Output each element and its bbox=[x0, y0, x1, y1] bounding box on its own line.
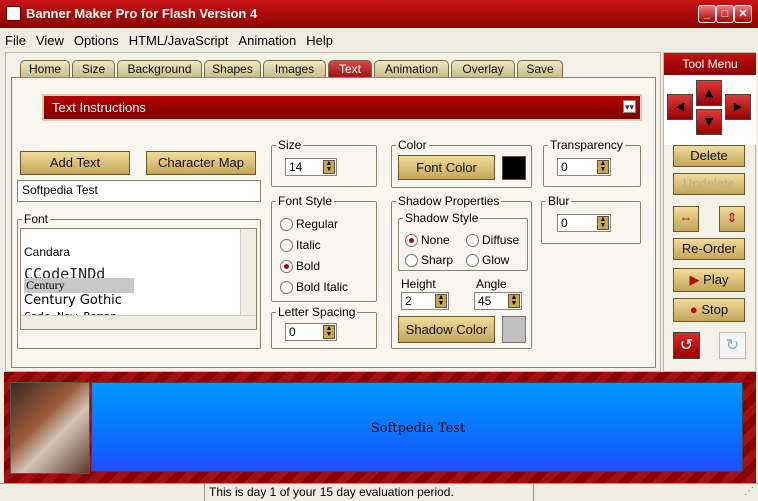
style-bold-radio[interactable]: Bold bbox=[280, 259, 320, 273]
reorder-button[interactable]: Re-Order bbox=[673, 238, 745, 260]
maximize-button[interactable]: □ bbox=[716, 5, 734, 23]
shadow-angle-value: 45 bbox=[478, 294, 492, 308]
stop-button[interactable]: ● Stop bbox=[673, 298, 745, 322]
chevron-down-icon[interactable]: ▾▾ bbox=[623, 100, 636, 113]
flip-vertical-icon[interactable]: ⇕ bbox=[719, 206, 745, 232]
shadow-sharp-radio[interactable]: Sharp bbox=[405, 253, 453, 267]
transparency-value: 0 bbox=[561, 160, 568, 174]
font-color-button[interactable]: Font Color bbox=[398, 155, 495, 180]
banner-canvas[interactable]: Softpedia Test bbox=[91, 382, 743, 472]
tab-images[interactable]: Images bbox=[263, 60, 326, 78]
font-item-century-selected[interactable]: Century bbox=[24, 278, 134, 293]
tab-animation[interactable]: Animation bbox=[374, 60, 449, 78]
height-label: Height bbox=[401, 277, 436, 291]
size-spinner[interactable]: 14 ▲ ▼ bbox=[285, 158, 337, 176]
letter-spacing-label: Letter Spacing bbox=[276, 305, 358, 319]
style-regular-radio[interactable]: Regular bbox=[280, 217, 338, 231]
play-icon: ▶ bbox=[689, 272, 700, 287]
font-color-swatch[interactable] bbox=[502, 156, 526, 180]
menu-html-javascript[interactable]: HTML/JavaScript bbox=[124, 28, 234, 48]
blur-value: 0 bbox=[561, 216, 568, 230]
style-bold-italic-radio[interactable]: Bold Italic bbox=[280, 280, 348, 294]
spinner-arrows-icon[interactable]: ▲ ▼ bbox=[508, 294, 520, 308]
stop-icon: ● bbox=[689, 302, 698, 317]
menu-options[interactable]: Options bbox=[69, 28, 124, 48]
undo-icon[interactable]: ↺ bbox=[673, 332, 700, 359]
status-bar: This is day 1 of your 15 day evaluation … bbox=[0, 483, 758, 501]
color-group-label: Color bbox=[396, 138, 429, 152]
angle-label: Angle bbox=[476, 277, 507, 291]
spinner-arrows-icon[interactable]: ▲ ▼ bbox=[435, 294, 447, 308]
minimize-button[interactable]: _ bbox=[698, 5, 716, 23]
banner-image[interactable] bbox=[10, 382, 90, 474]
shadow-properties-label: Shadow Properties bbox=[396, 194, 502, 208]
tab-home[interactable]: Home bbox=[20, 60, 70, 78]
font-item-candara[interactable]: Candara bbox=[24, 245, 70, 259]
blur-spinner[interactable]: 0 ▲ ▼ bbox=[557, 214, 611, 232]
tab-shapes[interactable]: Shapes bbox=[204, 60, 261, 78]
tab-overlay[interactable]: Overlay bbox=[451, 60, 515, 78]
add-text-button[interactable]: Add Text bbox=[20, 151, 130, 175]
shadow-height-spinner[interactable]: 2 ▲ ▼ bbox=[401, 292, 449, 310]
font-style-group-label: Font Style bbox=[276, 194, 335, 208]
shadow-height-value: 2 bbox=[405, 294, 412, 308]
shadow-glow-radio[interactable]: Glow bbox=[466, 253, 509, 267]
resize-grip-icon[interactable]: ⋰ bbox=[744, 486, 754, 497]
play-label: Play bbox=[703, 272, 729, 287]
title-bar: Banner Maker Pro for Flash Version 4 _ □… bbox=[0, 0, 758, 28]
blur-label: Blur bbox=[546, 194, 572, 208]
character-map-button[interactable]: Character Map bbox=[146, 151, 256, 175]
tool-menu-title: Tool Menu bbox=[664, 53, 756, 75]
menu-help[interactable]: Help bbox=[301, 28, 338, 48]
status-message: This is day 1 of your 15 day evaluation … bbox=[204, 484, 534, 501]
font-list-hscrollbar[interactable] bbox=[21, 315, 256, 329]
move-left-icon[interactable]: ◀ bbox=[667, 94, 693, 120]
move-up-icon[interactable]: ▲ bbox=[696, 80, 722, 106]
menu-bar: File View Options HTML/JavaScript Animation H… bbox=[0, 28, 758, 52]
tab-size[interactable]: Size bbox=[72, 60, 115, 78]
tab-save[interactable]: Save bbox=[517, 60, 563, 78]
shadow-color-swatch[interactable] bbox=[502, 316, 526, 343]
instructions-bar[interactable]: Text Instructions ▾▾ bbox=[42, 94, 642, 121]
spinner-arrows-icon[interactable]: ▲ ▼ bbox=[597, 216, 609, 230]
window-title: Banner Maker Pro for Flash Version 4 bbox=[26, 6, 258, 21]
menu-view[interactable]: View bbox=[31, 28, 69, 48]
size-group-label: Size bbox=[276, 138, 304, 152]
text-input[interactable]: Softpedia Test bbox=[17, 180, 261, 202]
font-group-label: Font bbox=[22, 212, 51, 226]
style-italic-radio[interactable]: Italic bbox=[280, 238, 321, 252]
stop-label: Stop bbox=[701, 302, 729, 317]
spinner-arrows-icon[interactable]: ▲ ▼ bbox=[323, 325, 335, 339]
menu-animation[interactable]: Animation bbox=[233, 28, 301, 48]
font-list[interactable]: Candara CCodeINDd Century Century Gothic… bbox=[20, 228, 257, 330]
delete-button[interactable]: Delete bbox=[673, 145, 745, 167]
redo-icon[interactable]: ↻ bbox=[719, 332, 746, 359]
font-item-century-gothic[interactable]: Century Gothic bbox=[24, 293, 122, 308]
shadow-color-button[interactable]: Shadow Color bbox=[398, 316, 495, 343]
letter-spacing-value: 0 bbox=[289, 325, 296, 339]
transparency-spinner[interactable]: 0 ▲ ▼ bbox=[557, 158, 611, 176]
tab-text[interactable]: Text bbox=[328, 60, 372, 78]
spinner-arrows-icon[interactable]: ▲ ▼ bbox=[597, 160, 609, 174]
banner-text[interactable]: Softpedia Test bbox=[92, 421, 744, 436]
shadow-diffuse-radio[interactable]: Diffuse bbox=[466, 233, 519, 247]
flip-horizontal-icon[interactable]: ⇔ bbox=[673, 206, 699, 232]
font-list-vscrollbar[interactable] bbox=[240, 229, 256, 329]
undelete-button[interactable]: Undelete bbox=[673, 173, 745, 195]
shadow-angle-spinner[interactable]: 45 ▲ ▼ bbox=[474, 292, 522, 310]
menu-file[interactable]: File bbox=[0, 28, 31, 48]
move-down-icon[interactable]: ▼ bbox=[696, 109, 722, 135]
play-button[interactable]: ▶ Play bbox=[673, 268, 745, 292]
instructions-label: Text Instructions bbox=[52, 100, 146, 115]
letter-spacing-spinner[interactable]: 0 ▲ ▼ bbox=[285, 323, 337, 341]
shadow-style-label: Shadow Style bbox=[403, 211, 481, 225]
shadow-none-radio[interactable]: None bbox=[405, 233, 450, 247]
move-right-icon[interactable]: ▶ bbox=[725, 94, 751, 120]
app-icon bbox=[6, 6, 21, 21]
spinner-arrows-icon[interactable]: ▲ ▼ bbox=[323, 160, 335, 174]
size-value: 14 bbox=[289, 160, 303, 174]
tab-background[interactable]: Background bbox=[117, 60, 202, 78]
transparency-label: Transparency bbox=[548, 138, 625, 152]
close-button[interactable]: ✕ bbox=[734, 5, 752, 23]
